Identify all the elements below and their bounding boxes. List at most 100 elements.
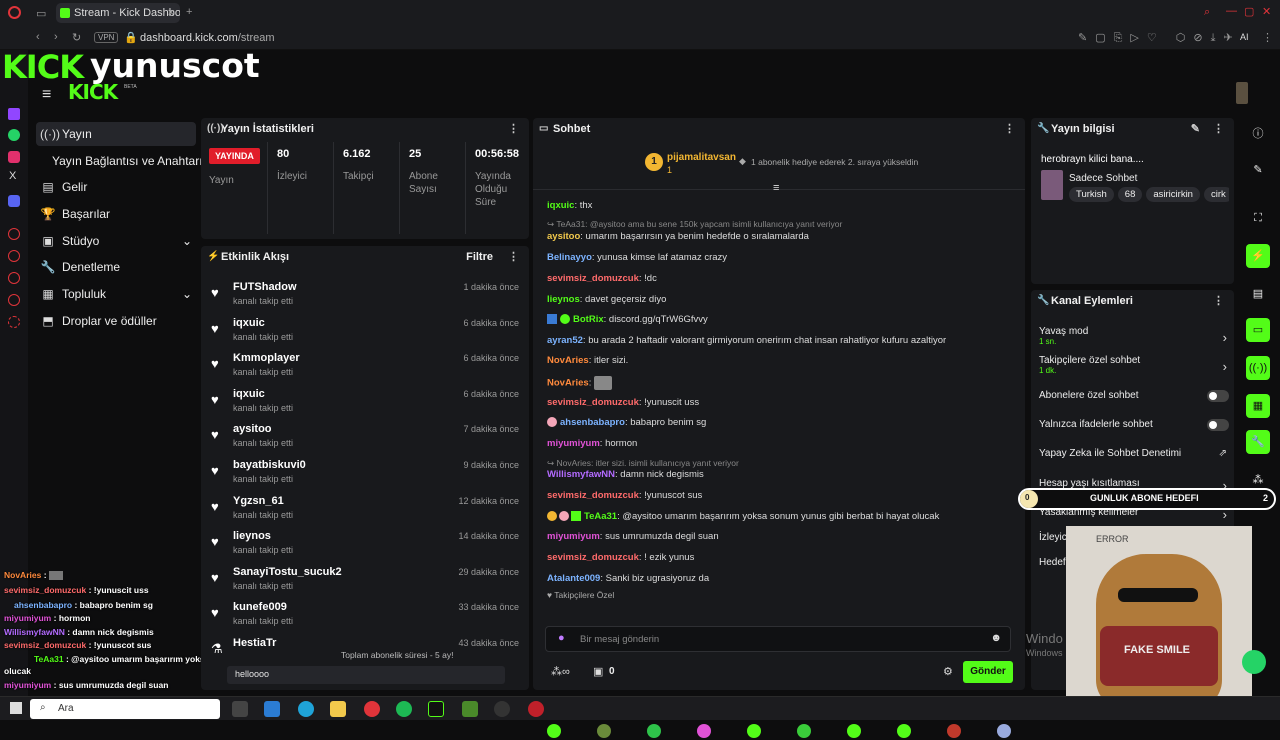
emote-icon[interactable] — [747, 724, 761, 738]
messages-icon[interactable] — [8, 272, 20, 284]
minimize-icon[interactable]: — — [1226, 5, 1237, 17]
chat-username[interactable]: BotRix — [573, 314, 604, 325]
fullscreen-icon[interactable]: ⛶ — [1246, 206, 1270, 230]
emote-icon[interactable] — [797, 724, 811, 738]
media-icon[interactable] — [528, 701, 544, 717]
more-icon[interactable]: ⋮ — [1004, 118, 1015, 140]
chat-settings-icon[interactable]: ⚙ — [943, 665, 953, 678]
activity-user[interactable]: iqxuic — [233, 388, 265, 400]
chat-icon[interactable]: ▭ — [1246, 318, 1270, 342]
tag[interactable]: cirk — [1203, 187, 1229, 202]
obs-icon[interactable] — [494, 701, 510, 717]
tab-kick-dashboard[interactable]: Stream - Kick Dashboard× — [56, 3, 180, 23]
lightning-icon[interactable]: ⚡ — [1246, 244, 1270, 268]
chat-username[interactable]: TeAa31 — [584, 511, 617, 522]
close-tab-icon[interactable]: × — [168, 3, 174, 23]
followers-only-row[interactable]: Takipçilere özel sohbet 1 dk. › — [1039, 355, 1229, 375]
edit-icon[interactable]: ✎ — [1246, 158, 1270, 182]
emote-icon[interactable] — [647, 724, 661, 738]
ai-button[interactable]: AI — [1240, 32, 1249, 42]
tag[interactable]: Turkish — [1069, 187, 1114, 202]
forward-icon[interactable]: › — [54, 31, 58, 43]
emote-icon[interactable] — [547, 724, 561, 738]
more-icon[interactable]: ⋮ — [1213, 290, 1224, 312]
chat-username[interactable]: iqxuic — [547, 200, 574, 211]
ai-moderation-row[interactable]: Yapay Zeka ile Sohbet Denetimi ⇗ — [1039, 448, 1229, 459]
new-tab-icon[interactable]: + — [186, 6, 192, 18]
maximize-icon[interactable]: ▢ — [1244, 5, 1254, 18]
chat-username[interactable]: NovAries — [547, 355, 589, 366]
chat-username[interactable]: NovAries — [547, 378, 589, 389]
instagram-icon[interactable] — [8, 151, 20, 163]
app-icon[interactable] — [264, 701, 280, 717]
document-icon[interactable]: ▤ — [1246, 282, 1270, 306]
close-window-icon[interactable]: ✕ — [1262, 5, 1271, 18]
emoji-icon[interactable]: ☻ — [990, 632, 1002, 644]
discord-icon[interactable] — [8, 195, 20, 207]
more-icon[interactable]: ⋮ — [508, 246, 519, 268]
minecraft-icon[interactable] — [462, 701, 478, 717]
emote-only-toggle[interactable] — [1207, 419, 1229, 431]
emote-icon[interactable] — [847, 724, 861, 738]
category[interactable]: Sadece Sohbet — [1069, 173, 1137, 184]
collapse-icon[interactable]: ≡ — [773, 182, 779, 194]
activity-user[interactable]: Kmmoplayer — [233, 352, 300, 364]
workspaces-icon[interactable]: ▭ — [36, 7, 46, 20]
opera-icon[interactable] — [8, 6, 21, 19]
chat-username[interactable]: WillismyfawNN — [547, 469, 615, 480]
sidebar-item-denetleme[interactable]: 🔧 Denetleme — [36, 255, 196, 279]
broadcast-icon[interactable]: ((·)) — [1246, 356, 1270, 380]
chat-username[interactable]: Atalante009 — [547, 573, 600, 584]
chat-username[interactable]: ahsenbabapro — [560, 417, 625, 428]
emote-icon[interactable] — [597, 724, 611, 738]
emote-icon[interactable] — [997, 724, 1011, 738]
explorer-icon[interactable] — [330, 701, 346, 717]
send-button[interactable]: Gönder — [963, 661, 1013, 683]
emote-icon[interactable] — [947, 724, 961, 738]
tag[interactable]: 68 — [1117, 187, 1143, 202]
settings-icon[interactable] — [8, 316, 20, 328]
chat-username[interactable]: sevimsiz_domuzcuk — [547, 490, 639, 501]
subscribers-only-toggle[interactable] — [1207, 390, 1229, 402]
music-icon[interactable] — [8, 294, 20, 306]
sidebar-item-yayin[interactable]: ((·)) Yayın — [36, 122, 196, 146]
sidebar-item-basarilar[interactable]: 🏆 Başarılar — [36, 202, 196, 226]
avatar[interactable] — [1236, 82, 1248, 104]
sidebar-item-stream-key[interactable]: Yayın Bağlantısı ve Anahtarı — [36, 149, 203, 173]
mic-icon[interactable]: ● — [558, 632, 565, 644]
opera-icon[interactable] — [364, 701, 380, 717]
kick-app-icon[interactable] — [428, 701, 444, 717]
layout-icon[interactable]: ▦ — [1246, 394, 1270, 418]
back-icon[interactable]: ‹ — [36, 31, 40, 43]
chat-username[interactable]: sevimsiz_domuzcuk — [547, 273, 639, 284]
task-view-icon[interactable] — [232, 701, 248, 717]
menu-icon[interactable]: ⋮ — [1262, 31, 1273, 44]
points-icon[interactable]: ⁂∞ — [551, 665, 570, 678]
green-circle-button[interactable] — [1242, 650, 1266, 674]
more-icon[interactable]: ⋮ — [1213, 118, 1224, 140]
activity-user[interactable]: FUTShadow — [233, 281, 297, 293]
chat-input[interactable]: ● Bir mesaj gönderin ☻ — [545, 626, 1011, 652]
url-field[interactable]: dashboard.kick.com/stream — [140, 32, 275, 44]
edit-icon[interactable]: ✎ — [1191, 118, 1200, 140]
twitch-icon[interactable] — [8, 108, 20, 120]
chat-username[interactable]: Belinayyo — [547, 252, 592, 263]
chat-username[interactable]: miyumiyum — [547, 531, 600, 542]
emote-bar[interactable] — [547, 724, 1017, 740]
activity-user[interactable]: bayatbiskuvi0 — [233, 459, 306, 471]
toolbar-icons[interactable]: ✎▢⎘▷♡ ⬡⊘⤓✈ — [1078, 31, 1241, 45]
activity-user[interactable]: HestiaTr — [233, 637, 276, 649]
sidebar-item-droplar[interactable]: ⬒ Droplar ve ödüller — [36, 309, 196, 333]
sidebar-item-gelir[interactable]: ▤ Gelir — [36, 175, 196, 199]
info-icon[interactable]: ⓘ — [1246, 122, 1270, 146]
wrench-icon[interactable]: 🔧 — [1246, 430, 1270, 454]
whatsapp-icon[interactable] — [8, 129, 20, 141]
more-icon[interactable]: ⋮ — [508, 118, 519, 140]
activity-user[interactable]: SanayiTostu_sucuk2 — [233, 566, 342, 578]
flow-icon[interactable] — [8, 250, 20, 262]
chat-username[interactable]: ayran52 — [547, 335, 583, 346]
share-icon[interactable]: ⁂ — [1246, 468, 1270, 492]
edge-icon[interactable] — [298, 701, 314, 717]
chat-username[interactable]: aysitoo — [547, 231, 580, 242]
activity-user[interactable]: kunefe009 — [233, 601, 287, 613]
